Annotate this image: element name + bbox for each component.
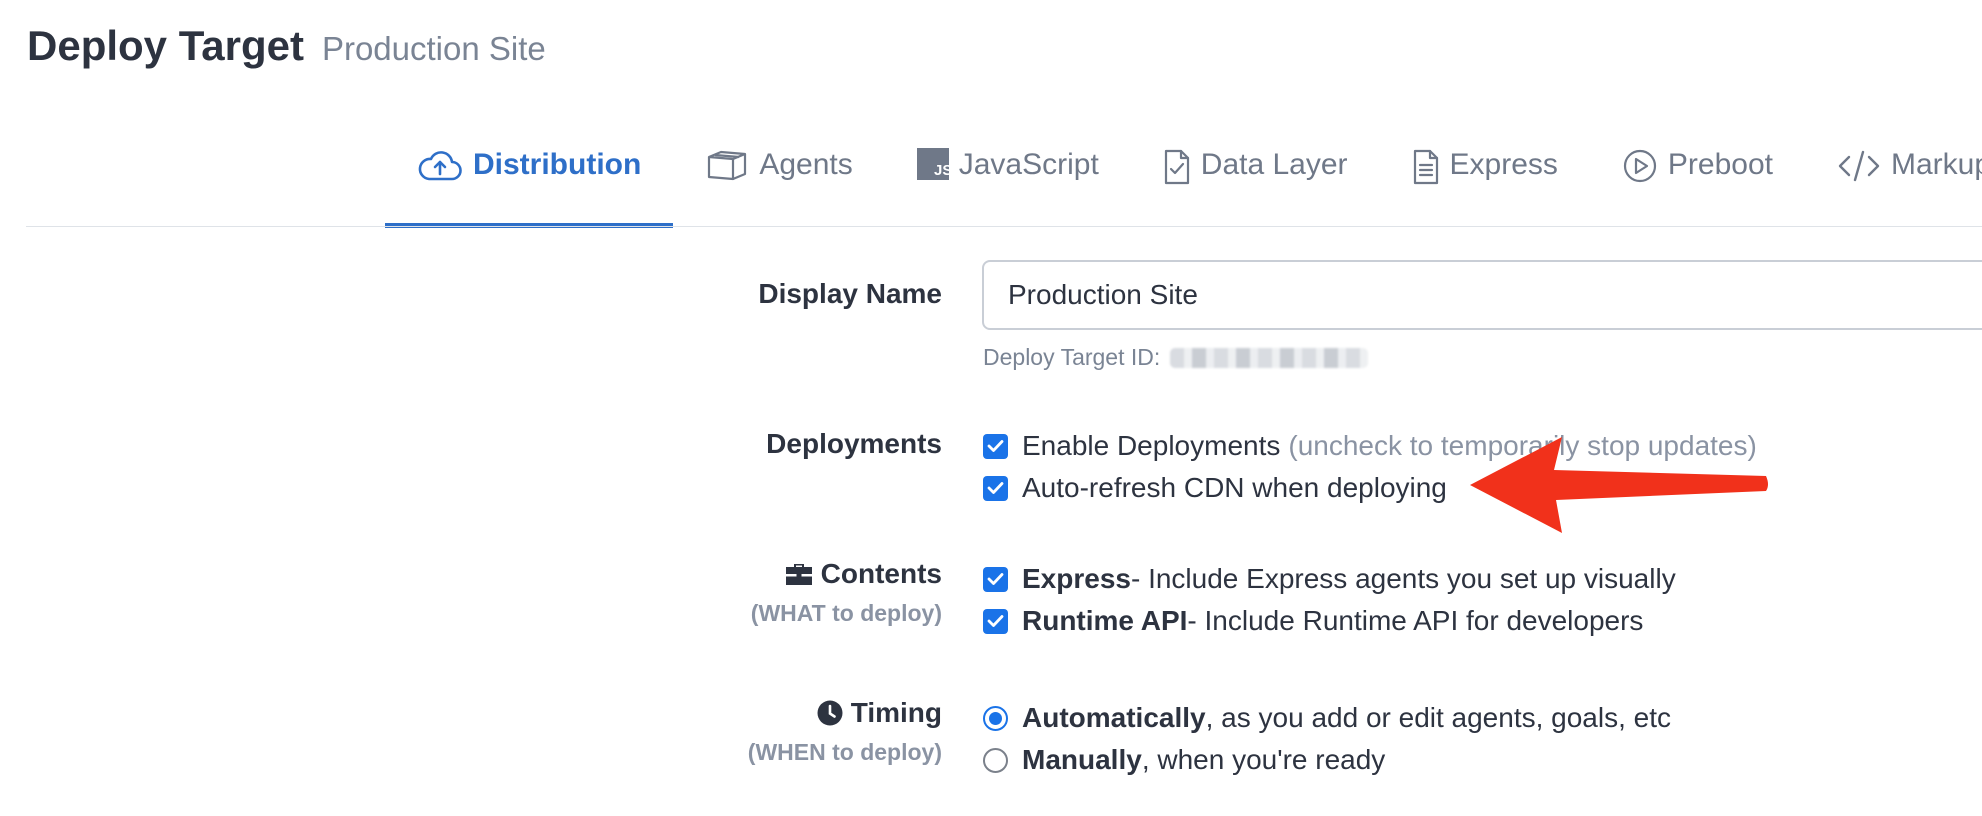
svg-text:JS: JS — [934, 162, 949, 179]
tab-javascript[interactable]: JS JavaScript — [885, 132, 1131, 228]
tab-preboot[interactable]: Preboot — [1590, 132, 1805, 228]
deploy-target-id-label: Deploy Target ID: — [983, 344, 1161, 370]
tab-label: JavaScript — [958, 148, 1099, 181]
express-checkbox[interactable] — [983, 566, 1008, 592]
timing-label-group: Timing (WHEN to deploy) — [748, 697, 942, 766]
timing-manual-description: , when you're ready — [1141, 744, 1386, 775]
code-icon — [1837, 148, 1881, 184]
timing-automatic-description: , as you add or edit agents, goals, etc — [1205, 702, 1672, 733]
tab-bar: Distribution Agents JS JavaScript Data L… — [385, 132, 1982, 228]
runtime-api-option-description: - Include Runtime API for developers — [1187, 605, 1644, 636]
express-option-description: - Include Express agents you set up visu… — [1130, 563, 1676, 594]
tab-label: Express — [1449, 148, 1558, 181]
enable-deployments-label: Enable Deployments — [1022, 430, 1281, 461]
timing-automatic-radio[interactable] — [983, 705, 1008, 731]
tab-label: Markup — [1890, 148, 1982, 181]
tab-data-layer[interactable]: Data Layer — [1131, 132, 1380, 228]
tab-label: Distribution — [473, 148, 642, 181]
timing-manual-title: Manually — [1022, 744, 1142, 775]
timing-automatic-title: Automatically — [1022, 702, 1206, 733]
tab-express[interactable]: Express — [1380, 132, 1590, 228]
page-subtitle: Production Site — [321, 30, 546, 67]
tab-divider — [26, 226, 1982, 227]
express-option-title: Express — [1022, 563, 1131, 594]
auto-refresh-cdn-label: Auto-refresh CDN when deploying — [1022, 472, 1447, 503]
cloud-upload-icon — [417, 148, 463, 184]
tab-label: Agents — [759, 148, 853, 181]
file-check-icon — [1163, 148, 1191, 186]
timing-automatic-option[interactable]: Automatically , as you add or edit agent… — [983, 702, 1671, 734]
play-circle-icon — [1622, 148, 1658, 184]
box-icon — [705, 148, 749, 182]
deployments-label: Deployments — [766, 428, 942, 459]
tab-markup[interactable]: Markup — [1805, 132, 1982, 228]
page-header: Deploy Target Production Site — [27, 22, 546, 70]
contents-label-group: Contents (WHAT to deploy) — [751, 558, 942, 627]
auto-refresh-cdn-option[interactable]: Auto-refresh CDN when deploying — [983, 472, 1447, 504]
tab-label: Preboot — [1667, 148, 1773, 181]
contents-sublabel: (WHAT to deploy) — [750, 599, 942, 626]
display-name-label-group: Display Name — [758, 278, 942, 310]
tab-agents[interactable]: Agents — [673, 132, 884, 228]
deployments-label-group: Deployments — [766, 428, 942, 460]
redacted-id — [1170, 347, 1369, 368]
annotation-arrow — [1470, 437, 1768, 533]
timing-manual-option[interactable]: Manually , when you're ready — [983, 744, 1385, 776]
timing-sublabel: (WHEN to deploy) — [747, 739, 942, 765]
runtime-api-option-title: Runtime API — [1022, 605, 1188, 636]
auto-refresh-cdn-checkbox[interactable] — [983, 475, 1008, 501]
runtime-api-option[interactable]: Runtime API - Include Runtime API for de… — [983, 605, 1643, 637]
deploy-target-id-hint: Deploy Target ID: — [983, 344, 1369, 371]
runtime-api-checkbox[interactable] — [983, 608, 1008, 634]
page-title: Deploy Target — [27, 22, 304, 69]
file-text-icon — [1412, 148, 1440, 186]
express-option[interactable]: Express - Include Express agents you set… — [983, 563, 1676, 595]
display-name-input[interactable] — [982, 260, 1982, 330]
timing-manual-radio[interactable] — [983, 747, 1008, 773]
briefcase-icon — [785, 562, 813, 587]
js-icon: JS — [916, 148, 949, 180]
timing-label: Timing — [850, 697, 942, 728]
enable-deployments-checkbox[interactable] — [983, 433, 1008, 459]
tab-label: Data Layer — [1200, 148, 1348, 181]
display-name-label: Display Name — [758, 278, 942, 309]
contents-label: Contents — [820, 558, 942, 589]
tab-distribution[interactable]: Distribution — [385, 132, 674, 228]
clock-icon — [817, 700, 843, 726]
